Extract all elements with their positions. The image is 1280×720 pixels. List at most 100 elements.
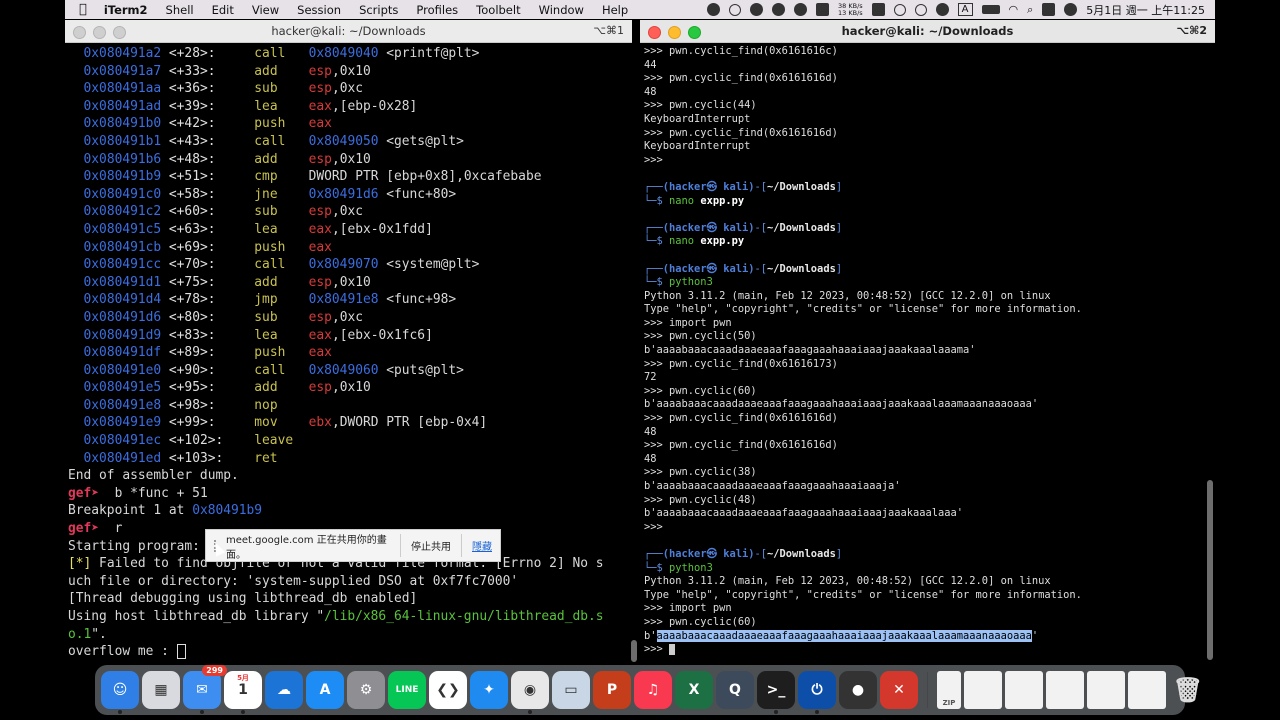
app-glyph: ⚙: [359, 682, 373, 698]
hide-button[interactable]: 隱藏: [472, 538, 492, 553]
cloud-icon[interactable]: [794, 3, 808, 16]
disasm-line: 0x080491aa <+36>: sub esp,0xc: [68, 80, 632, 98]
gdb-terminal-output[interactable]: 0x080491a2 <+28>: call 0x8049040 <printf…: [65, 43, 632, 661]
disasm-register: esp: [308, 81, 332, 97]
document-thumb-1-icon[interactable]: [964, 671, 1002, 709]
menu-help[interactable]: Help: [593, 3, 637, 17]
close-button[interactable]: [648, 26, 661, 39]
menu-view[interactable]: View: [243, 3, 288, 17]
disasm-line: 0x080491d9 <+83>: lea eax,[ebx-0x1fc6]: [68, 327, 632, 345]
calendar-icon[interactable]: 1 5月: [224, 671, 262, 714]
right-scrollbar[interactable]: [1207, 480, 1213, 660]
search-icon[interactable]: ⌕: [1027, 3, 1033, 17]
line-icon[interactable]: LINE: [388, 671, 426, 709]
onedrive-icon[interactable]: ☁: [265, 671, 303, 709]
menu-toolbelt[interactable]: Toolbelt: [467, 3, 529, 17]
record-icon[interactable]: [707, 3, 721, 16]
animal-icon[interactable]: [871, 3, 885, 16]
music-icon[interactable]: ♫: [634, 671, 672, 709]
disasm-operand: DWORD PTR [ebp+0x8],0xcafebabe: [308, 169, 542, 185]
line-status-icon[interactable]: [816, 3, 830, 16]
terminal-icon[interactable]: >_: [757, 671, 795, 714]
play-icon[interactable]: [893, 3, 906, 16]
input-method[interactable]: A: [957, 3, 973, 16]
menu-window[interactable]: Window: [530, 3, 593, 17]
zoom-button[interactable]: [113, 26, 126, 39]
disasm-mnemonic: sub: [254, 204, 278, 220]
apple-menu-icon[interactable]: : [65, 2, 95, 17]
stop-sharing-button[interactable]: 停止共用: [400, 534, 462, 557]
menu-session[interactable]: Session: [288, 3, 350, 17]
output-line: >>> pwn.cyclic(60): [644, 384, 757, 397]
left-scrollbar[interactable]: [631, 640, 637, 662]
system-settings-icon[interactable]: ⚙: [347, 671, 385, 709]
mail-icon[interactable]: ✉ 299: [183, 665, 227, 714]
output-line: >>> pwn.cyclic_find(0x61616173): [644, 357, 838, 370]
disasm-address: 0x080491b6: [83, 151, 162, 167]
disasm-line: 0x080491ed <+103>: ret: [68, 450, 632, 468]
terminal-line: o.1".: [68, 626, 632, 644]
excel-icon[interactable]: X: [675, 671, 713, 709]
close-button[interactable]: [73, 26, 86, 39]
prompt-path: ~/Downloads: [767, 262, 836, 275]
safari-icon[interactable]: ✦: [470, 671, 508, 709]
siri-icon[interactable]: [1064, 3, 1078, 16]
vpn-icon[interactable]: [772, 3, 786, 16]
clock[interactable]: 5月1日 週一 上午11:25: [1086, 2, 1205, 18]
user-icon[interactable]: [935, 3, 949, 16]
document-thumb-4-icon[interactable]: [1087, 671, 1125, 709]
minimize-button[interactable]: [668, 26, 681, 39]
text-cursor[interactable]: [669, 643, 676, 655]
minimize-button[interactable]: [93, 26, 106, 39]
breakpoint-address: 0x80491b9: [192, 503, 263, 519]
app-store-icon[interactable]: A: [306, 671, 344, 709]
selected-text[interactable]: aaaabaaacaaadaaaeaaafaaagaaahaaaiaaajaaa…: [656, 629, 1032, 642]
disasm-offset: <+103>:: [168, 450, 224, 466]
disasm-operand: ,0xc: [331, 204, 363, 220]
left-title-bar[interactable]: hacker@kali: ~/Downloads ⌥⌘1: [65, 20, 632, 43]
right-title-bar[interactable]: hacker@kali: ~/Downloads ⌥⌘2: [640, 20, 1215, 43]
menu-edit[interactable]: Edit: [203, 3, 243, 17]
python-terminal-output[interactable]: >>> pwn.cyclic_find(0x6161616c) 44 >>> pwn…: [640, 43, 1215, 657]
vscode-icon[interactable]: ❮❯: [429, 671, 467, 709]
brightness-icon[interactable]: [750, 3, 764, 16]
powerpoint-icon[interactable]: P: [593, 671, 631, 709]
time-machine-icon[interactable]: [914, 3, 927, 16]
document-thumb-5-icon[interactable]: [1128, 671, 1166, 709]
preview-icon[interactable]: ▭: [552, 671, 590, 709]
text-cursor[interactable]: [176, 644, 186, 660]
wifi-icon[interactable]: ◠: [1009, 3, 1019, 16]
finder-icon[interactable]: ☺: [101, 671, 139, 714]
shell-argument: expp.py: [700, 235, 745, 248]
prompt-box: └─$: [644, 561, 670, 574]
launchpad-icon[interactable]: ▦: [142, 671, 180, 709]
power-status-icon[interactable]: [729, 3, 742, 16]
app-menu[interactable]: iTerm2: [95, 3, 157, 17]
zoom-button[interactable]: [688, 26, 701, 39]
menu-profiles[interactable]: Profiles: [407, 3, 467, 17]
menu-shell[interactable]: Shell: [157, 3, 203, 17]
terminal-line: Python 3.11.2 (main, Feb 12 2023, 00:48:…: [644, 290, 1215, 304]
ball-app-icon[interactable]: ●: [839, 671, 877, 709]
trash-icon[interactable]: 🗑: [1169, 671, 1207, 709]
chrome-icon[interactable]: ◉: [511, 671, 549, 714]
output-line: KeyboardInterrupt: [644, 112, 751, 125]
quicktime-icon[interactable]: Q: [716, 671, 754, 709]
power-icon[interactable]: ⏻: [798, 671, 836, 714]
control-center-icon[interactable]: [1042, 3, 1056, 16]
battery-icon[interactable]: [981, 5, 1000, 14]
document-thumb-3-icon[interactable]: [1046, 671, 1084, 709]
menu-scripts[interactable]: Scripts: [350, 3, 407, 17]
remote-desktop-icon[interactable]: ✕: [880, 671, 918, 709]
zip-file-icon[interactable]: ZIP: [937, 671, 961, 709]
document-thumb-2-icon[interactable]: [1005, 671, 1043, 709]
